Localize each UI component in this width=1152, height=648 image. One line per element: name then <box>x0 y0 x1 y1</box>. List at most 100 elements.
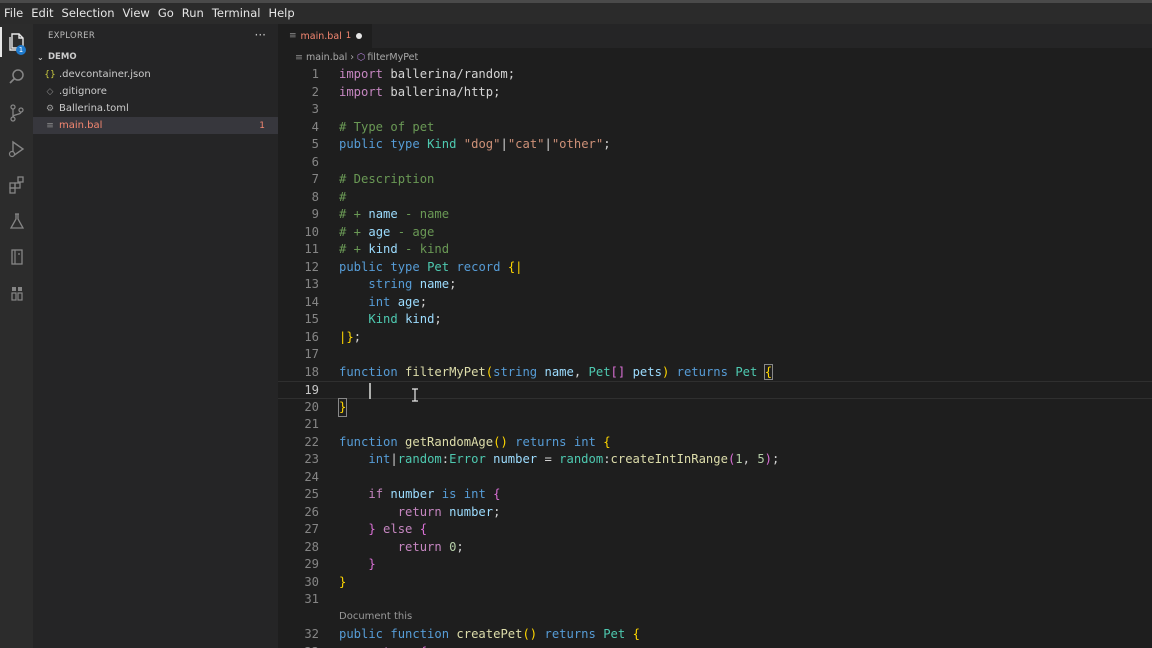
run-debug-icon <box>8 140 24 158</box>
settings-file-icon: ⚙ <box>45 103 55 114</box>
code-line[interactable]: 1 import ballerina/random; <box>278 66 1152 84</box>
ibeam-cursor-icon <box>412 388 418 402</box>
file-item-ballerina-toml[interactable]: ⚙ Ballerina.toml <box>33 100 278 117</box>
remote-explorer-activity[interactable] <box>0 276 33 310</box>
line-number: 7 <box>311 172 319 186</box>
explorer-badge: 1 <box>16 45 26 55</box>
line-number: 21 <box>304 417 319 431</box>
unsaved-dot-icon[interactable] <box>356 33 362 39</box>
folder-name: DEMO <box>48 52 77 62</box>
menu-view[interactable]: View <box>119 6 154 20</box>
line-number: 29 <box>304 557 319 571</box>
explorer-activity[interactable]: 1 <box>0 25 33 59</box>
title-strip <box>0 0 1152 3</box>
text-cursor <box>369 383 371 399</box>
code-line[interactable]: 8 # <box>278 189 1152 207</box>
extensions-activity[interactable] <box>0 168 33 202</box>
source-control-activity[interactable] <box>0 96 33 130</box>
line-number: 19 <box>304 383 319 397</box>
folder-header[interactable]: ⌄ DEMO <box>37 52 77 62</box>
line-number: 9 <box>311 207 319 221</box>
code-line[interactable]: 26 return number; <box>278 504 1152 522</box>
remote-explorer-icon <box>10 287 23 301</box>
editor-area: ≡ main.bal 1 ≡ main.bal › ⬡ filterMyPet … <box>278 24 1152 648</box>
line-number: 18 <box>304 364 319 379</box>
more-actions-icon[interactable]: ··· <box>255 28 266 42</box>
tab-main-bal[interactable]: ≡ main.bal 1 <box>278 24 372 48</box>
search-activity[interactable] <box>0 60 33 94</box>
line-number: 24 <box>304 469 319 484</box>
code-line[interactable]: 12 public type Pet record {| <box>278 259 1152 277</box>
menu-terminal[interactable]: Terminal <box>208 6 265 20</box>
sidebar-title: EXPLORER <box>48 31 96 41</box>
code-line[interactable]: 3 <box>278 101 1152 119</box>
menu-edit[interactable]: Edit <box>27 6 57 20</box>
code-line[interactable]: 21 <box>278 416 1152 434</box>
code-line[interactable]: 13 string name; <box>278 276 1152 294</box>
code-line[interactable]: 29 } <box>278 556 1152 574</box>
bal-file-icon: ≡ <box>46 120 54 131</box>
code-line[interactable]: 17 <box>278 346 1152 364</box>
testing-icon <box>9 213 24 229</box>
file-item-devcontainer[interactable]: {} .devcontainer.json <box>33 66 278 83</box>
chevron-right-icon: › <box>350 52 355 63</box>
file-name: Ballerina.toml <box>59 103 129 114</box>
code-line[interactable]: 27 } else { <box>278 521 1152 539</box>
file-item-main-bal[interactable]: ≡ main.bal 1 <box>33 117 278 134</box>
tab-problem-count: 1 <box>345 31 352 41</box>
code-line[interactable]: 25 if number is int { <box>278 486 1152 504</box>
file-item-gitignore[interactable]: ◇ .gitignore <box>33 83 278 100</box>
run-debug-activity[interactable] <box>0 132 33 166</box>
testing-activity[interactable] <box>0 204 33 238</box>
menu-file[interactable]: File <box>0 6 27 20</box>
line-number: 4 <box>311 119 319 134</box>
code-line[interactable]: 5 public type Kind "dog"|"cat"|"other"; <box>278 136 1152 154</box>
line-number: 31 <box>304 592 319 606</box>
menu-selection[interactable]: Selection <box>58 6 119 20</box>
line-number: 13 <box>304 277 319 291</box>
code-line[interactable]: 14 int age; <box>278 294 1152 312</box>
line-number: 23 <box>304 452 319 466</box>
line-number: 1 <box>311 67 319 81</box>
explorer-sidebar: EXPLORER ··· ⌄ DEMO {} .devcontainer.jso… <box>33 24 278 648</box>
method-icon: ⬡ <box>357 52 366 63</box>
file-name: .gitignore <box>59 86 107 97</box>
code-line[interactable]: 4 # Type of pet <box>278 119 1152 137</box>
tab-bar: ≡ main.bal 1 <box>278 24 1152 48</box>
codelens-document-this[interactable]: Document this <box>339 611 412 622</box>
menu-run[interactable]: Run <box>178 6 208 20</box>
line-number: 14 <box>304 294 319 309</box>
code-line[interactable]: 11 # + kind - kind <box>278 241 1152 259</box>
menu-go[interactable]: Go <box>154 6 178 20</box>
breadcrumb-symbol[interactable]: filterMyPet <box>367 52 418 63</box>
code-line[interactable]: 10 # + age - age <box>278 224 1152 242</box>
code-line[interactable]: 18 function filterMyPet(string name, Pet[… <box>278 363 1152 382</box>
code-line[interactable]: 24 <box>278 469 1152 487</box>
code-line[interactable]: 28 return 0; <box>278 539 1152 557</box>
bal-file-icon: ≡ <box>289 31 297 41</box>
code-line[interactable]: 31 <box>278 591 1152 609</box>
line-number: 3 <box>311 102 319 116</box>
source-control-icon <box>9 104 24 122</box>
menu-help[interactable]: Help <box>264 6 298 20</box>
line-number: 17 <box>304 347 319 361</box>
notebook-activity[interactable] <box>0 240 33 274</box>
code-line[interactable]: 32 public function createPet() returns Pe… <box>278 626 1152 644</box>
line-number: 8 <box>311 189 319 204</box>
code-line[interactable]: 15 Kind kind; <box>278 311 1152 329</box>
code-line[interactable]: 20} <box>278 397 1152 417</box>
code-line[interactable]: 23 int|random:Error number = random:crea… <box>278 451 1152 469</box>
code-line[interactable]: 2 import ballerina/http; <box>278 84 1152 102</box>
code-line[interactable]: 30} <box>278 574 1152 592</box>
code-line[interactable]: 6 <box>278 154 1152 172</box>
code-line[interactable]: 9 # + name - name <box>278 206 1152 224</box>
code-line[interactable]: 16 |}; <box>278 329 1152 347</box>
tab-label: main.bal <box>300 30 342 42</box>
breadcrumb-file[interactable]: main.bal <box>306 52 347 63</box>
extensions-icon <box>8 176 24 194</box>
code-line[interactable]: 22 function getRandomAge() returns int { <box>278 434 1152 452</box>
line-number: 20 <box>304 399 319 414</box>
code-line[interactable]: 33 return { <box>278 644 1152 648</box>
code-line[interactable]: 7 # Description <box>278 171 1152 189</box>
code-line-current[interactable]: 19 <box>278 381 1152 399</box>
